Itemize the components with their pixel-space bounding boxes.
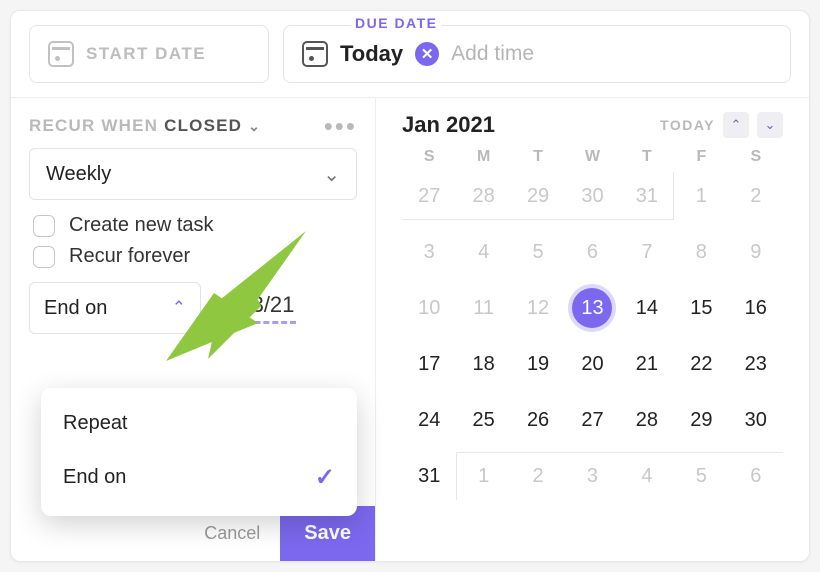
calendar-today-button[interactable]: TODAY <box>660 117 715 133</box>
calendar-day[interactable]: 30 <box>565 172 619 220</box>
body: RECUR WHEN CLOSED ⌄ ••• Weekly ⌄ Create … <box>11 98 809 562</box>
calendar-day[interactable]: 9 <box>729 228 783 276</box>
calendar-icon <box>48 41 74 67</box>
calendar-day[interactable]: 22 <box>674 340 728 388</box>
calendar-weekday: M <box>456 148 510 166</box>
end-mode-dropdown: Repeat End on ✓ <box>41 388 357 516</box>
calendar-weekday: T <box>620 148 674 166</box>
calendar-day[interactable]: 14 <box>620 284 674 332</box>
calendar-weekday: S <box>402 148 456 166</box>
recur-state-label: CLOSED <box>164 116 242 136</box>
calendar-day[interactable]: 2 <box>729 172 783 220</box>
calendar-day[interactable]: 26 <box>511 396 565 444</box>
chevron-down-icon: ⌄ <box>323 162 340 187</box>
calendar-day[interactable]: 21 <box>620 340 674 388</box>
calendar-month-label: Jan 2021 <box>402 112 495 138</box>
calendar-day[interactable]: 15 <box>674 284 728 332</box>
calendar-day[interactable]: 24 <box>402 396 456 444</box>
more-options-icon[interactable]: ••• <box>324 120 357 133</box>
calendar-weekday: T <box>511 148 565 166</box>
calendar-day[interactable]: 10 <box>402 284 456 332</box>
calendar-day[interactable]: 29 <box>674 396 728 444</box>
calendar-day[interactable]: 12 <box>511 284 565 332</box>
check-icon: ✓ <box>315 463 335 492</box>
calendar-header: Jan 2021 TODAY ⌃ ⌄ <box>402 112 783 138</box>
calendar-pane: Jan 2021 TODAY ⌃ ⌄ SMTWTFS 2728293031123… <box>376 98 809 562</box>
calendar-day[interactable]: 3 <box>402 228 456 276</box>
dropdown-option-end-on[interactable]: End on ✓ <box>41 449 357 506</box>
calendar-day[interactable]: 1 <box>456 452 510 500</box>
calendar-next-button[interactable]: ⌄ <box>757 112 783 138</box>
dropdown-option-label: Repeat <box>63 412 128 435</box>
calendar-weekday: F <box>674 148 728 166</box>
calendar-day[interactable]: 16 <box>729 284 783 332</box>
due-date-button[interactable]: Today ✕ Add time <box>283 25 791 83</box>
end-on-date-input[interactable]: 1/13/21 <box>219 292 296 324</box>
calendar-day[interactable]: 31 <box>402 452 456 500</box>
calendar-day[interactable]: 1 <box>674 172 728 220</box>
chevron-up-icon: ⌃ <box>172 298 186 318</box>
calendar-day[interactable]: 4 <box>456 228 510 276</box>
recurrence-mode-dropdown[interactable]: RECUR WHEN CLOSED ⌄ <box>29 116 261 136</box>
calendar-weekday: W <box>565 148 619 166</box>
cancel-button[interactable]: Cancel <box>194 511 270 556</box>
dropdown-option-repeat[interactable]: Repeat <box>41 398 357 449</box>
recur-forever-label: Recur forever <box>69 245 190 268</box>
add-time-button[interactable]: Add time <box>451 42 534 66</box>
clear-due-date-icon[interactable]: ✕ <box>415 42 439 66</box>
calendar-grid: 2728293031123456789101112131415161718192… <box>402 172 783 500</box>
calendar-weekday: S <box>729 148 783 166</box>
calendar-day[interactable]: 20 <box>565 340 619 388</box>
due-date-group: DUE DATE Today ✕ Add time <box>283 25 791 83</box>
start-date-label: START DATE <box>86 44 206 64</box>
calendar-day[interactable]: 8 <box>674 228 728 276</box>
recurrence-header: RECUR WHEN CLOSED ⌄ ••• <box>29 116 357 136</box>
calendar-day[interactable]: 11 <box>456 284 510 332</box>
chevron-down-icon: ⌄ <box>248 118 261 135</box>
due-date-heading: DUE DATE <box>351 15 442 31</box>
calendar-day[interactable]: 25 <box>456 396 510 444</box>
calendar-day[interactable]: 5 <box>674 452 728 500</box>
calendar-day[interactable]: 27 <box>402 172 456 220</box>
calendar-day[interactable]: 28 <box>620 396 674 444</box>
calendar-day[interactable]: 19 <box>511 340 565 388</box>
create-new-task-label: Create new task <box>69 214 214 237</box>
calendar-day[interactable]: 5 <box>511 228 565 276</box>
create-new-task-checkbox[interactable] <box>33 215 55 237</box>
dropdown-option-label: End on <box>63 466 126 489</box>
start-date-button[interactable]: START DATE <box>29 25 269 83</box>
calendar-day[interactable]: 4 <box>620 452 674 500</box>
calendar-day[interactable]: 3 <box>565 452 619 500</box>
end-on-row: End on ⌃ 1/13/21 <box>29 282 357 334</box>
calendar-weekday-row: SMTWTFS <box>402 148 783 166</box>
calendar-day[interactable]: 29 <box>511 172 565 220</box>
top-bar: START DATE DUE DATE Today ✕ Add time <box>11 11 809 98</box>
calendar-icon <box>302 41 328 67</box>
recur-forever-row: Recur forever <box>33 245 357 268</box>
calendar-day[interactable]: 27 <box>565 396 619 444</box>
calendar-day[interactable]: 13 <box>565 284 619 332</box>
calendar-day[interactable]: 28 <box>456 172 510 220</box>
frequency-value: Weekly <box>46 163 111 186</box>
calendar-day[interactable]: 7 <box>620 228 674 276</box>
calendar-nav: TODAY ⌃ ⌄ <box>660 112 783 138</box>
calendar-day[interactable]: 31 <box>620 172 674 220</box>
calendar-day[interactable]: 17 <box>402 340 456 388</box>
calendar-prev-button[interactable]: ⌃ <box>723 112 749 138</box>
calendar-day[interactable]: 23 <box>729 340 783 388</box>
recur-when-label: RECUR WHEN <box>29 116 158 136</box>
recur-forever-checkbox[interactable] <box>33 246 55 268</box>
date-scheduler-panel: START DATE DUE DATE Today ✕ Add time REC… <box>10 10 810 562</box>
end-mode-select[interactable]: End on ⌃ <box>29 282 201 334</box>
recurrence-pane: RECUR WHEN CLOSED ⌄ ••• Weekly ⌄ Create … <box>11 98 376 562</box>
create-new-task-row: Create new task <box>33 214 357 237</box>
due-date-value: Today <box>340 41 403 67</box>
calendar-day[interactable]: 6 <box>729 452 783 500</box>
calendar-day[interactable]: 6 <box>565 228 619 276</box>
frequency-select[interactable]: Weekly ⌄ <box>29 148 357 200</box>
end-mode-value: End on <box>44 297 107 320</box>
calendar-day[interactable]: 18 <box>456 340 510 388</box>
calendar-day[interactable]: 2 <box>511 452 565 500</box>
calendar-day[interactable]: 30 <box>729 396 783 444</box>
